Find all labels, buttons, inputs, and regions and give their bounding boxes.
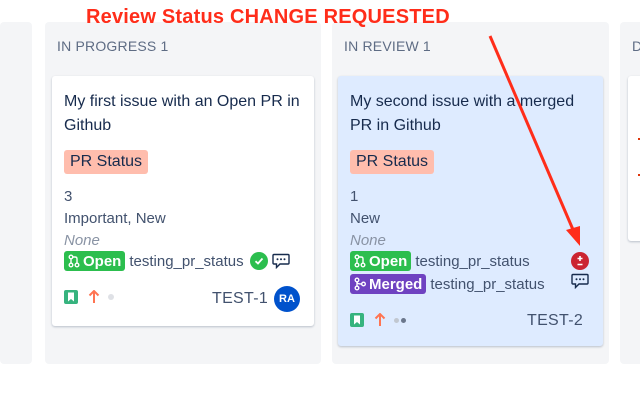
labels: Important, New — [64, 210, 166, 227]
labels: New — [350, 210, 381, 227]
column-name: IN REVIEW — [344, 38, 419, 54]
issue-card-test-1[interactable]: My first issue with an Open PR in Github… — [52, 76, 314, 326]
column-count: 1 — [422, 38, 431, 54]
column-header-in-review: IN REVIEW 1 — [344, 38, 431, 54]
component: None — [64, 232, 100, 249]
pr-repo: testing_pr_status — [430, 275, 545, 293]
issue-key[interactable]: TEST-2 — [527, 312, 583, 330]
pr-status-lozenge: PR Status — [350, 150, 435, 174]
pr-state: Open — [369, 252, 408, 270]
pr-state: Open — [83, 252, 122, 270]
story-icon — [350, 313, 364, 327]
status-dot — [108, 294, 114, 300]
pull-request-icon — [354, 254, 366, 268]
column-count: 1 — [160, 38, 169, 54]
card-title: My second issue with a merged PR in Gith… — [350, 93, 575, 134]
card-footer-icons — [64, 290, 114, 304]
pr-row[interactable]: Open testing_pr_status — [64, 250, 290, 272]
issue-card-test-2[interactable]: My second issue with a merged PR in Gith… — [338, 76, 603, 346]
pr-open-badge[interactable]: Open — [350, 251, 412, 271]
card-title: My first issue with an Open PR in Github — [64, 93, 300, 134]
status-dots — [394, 317, 408, 323]
issue-card-clipped[interactable] — [628, 76, 640, 241]
story-points: 1 — [350, 188, 359, 205]
pr-row[interactable]: Merged testing_pr_status — [350, 273, 545, 295]
priority-high-arrow-icon — [374, 313, 386, 327]
story-icon — [64, 290, 78, 304]
priority-high-arrow-icon — [88, 290, 100, 304]
story-points: 3 — [64, 188, 73, 205]
approved-check-icon[interactable] — [249, 252, 268, 270]
pull-request-icon — [68, 254, 80, 268]
comment-icon[interactable] — [571, 273, 589, 294]
pr-repo: testing_pr_status — [129, 252, 244, 270]
kanban-board: IN PROGRESS 1 IN REVIEW 1 D My first issue… — [0, 0, 640, 400]
assignee-avatar[interactable]: RA — [274, 286, 300, 312]
column-name: IN PROGRESS — [57, 38, 157, 54]
pr-state: Merged — [369, 275, 423, 293]
issue-key[interactable]: TEST-1 — [212, 290, 268, 308]
annotation-text: Review Status CHANGE REQUESTED — [86, 6, 450, 28]
column-previous — [0, 22, 32, 364]
merge-icon — [354, 277, 366, 291]
card-footer-icons — [350, 313, 408, 327]
comment-icon[interactable] — [271, 253, 290, 269]
pr-row[interactable]: Open testing_pr_status — [350, 250, 530, 272]
pr-open-badge[interactable]: Open — [64, 251, 126, 271]
pr-status-lozenge: PR Status — [64, 150, 149, 174]
column-header-in-progress: IN PROGRESS 1 — [57, 38, 168, 54]
pr-repo: testing_pr_status — [415, 252, 530, 270]
component: None — [350, 232, 386, 249]
column-name: D — [632, 38, 640, 54]
pr-merged-badge[interactable]: Merged — [350, 274, 427, 294]
changes-requested-icon[interactable] — [571, 252, 589, 270]
column-header-done: D — [632, 38, 640, 54]
